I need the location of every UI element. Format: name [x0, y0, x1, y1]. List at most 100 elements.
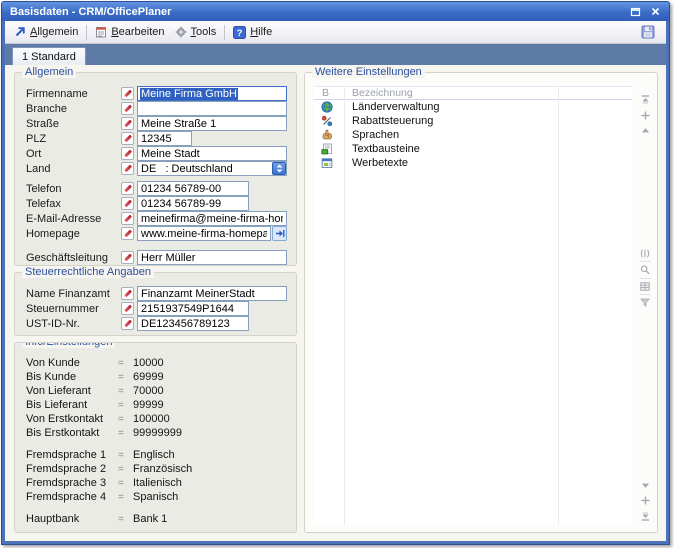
- settings-grid: B Bezeichnung Länderverwaltung Rabatt: [314, 86, 632, 525]
- toolbar-separator: [224, 25, 225, 40]
- edit-pen-button[interactable]: [121, 182, 134, 195]
- edit-pen-button[interactable]: [121, 162, 134, 175]
- equals-sign: =: [118, 414, 133, 425]
- scroll-page-up-button[interactable]: [640, 111, 651, 120]
- email-label: E-Mail-Adresse: [26, 213, 121, 225]
- field-row: Homepage: [26, 226, 287, 241]
- plz-input[interactable]: [137, 131, 192, 146]
- homepage-label: Homepage: [26, 228, 121, 240]
- best-fit-icon[interactable]: [639, 246, 651, 261]
- info-label: Von Lieferant: [26, 385, 118, 397]
- firmenname-input[interactable]: Meine Firma GmbH: [137, 86, 287, 101]
- grid-nav-strip: [637, 87, 653, 525]
- edit-pen-button[interactable]: [121, 147, 134, 160]
- ort-input[interactable]: [137, 146, 287, 161]
- edit-pen-button[interactable]: [121, 197, 134, 210]
- left-column: Allgemein Firmenname Meine Firma GmbH Br…: [14, 72, 297, 533]
- gear-icon: [175, 26, 187, 38]
- info-label: Fremdsprache 4: [26, 491, 118, 503]
- edit-pen-button[interactable]: [121, 317, 134, 330]
- tab-standard[interactable]: 1 Standard: [12, 47, 86, 65]
- edit-pen-button[interactable]: [121, 302, 134, 315]
- grid-row-textbausteine[interactable]: Textbausteine: [314, 142, 632, 156]
- grid-view-icon[interactable]: [639, 278, 651, 294]
- groupbox-info: Info/Einstellungen Von Kunde = 10000 Bis…: [14, 342, 297, 533]
- toolbar-item-bearbeiten[interactable]: Bearbeiten: [90, 24, 169, 40]
- combo-dropdown-button[interactable]: [272, 162, 286, 175]
- grid-column-divider: [558, 86, 559, 525]
- grid-row-label: Werbetexte: [344, 157, 408, 169]
- ustid-input[interactable]: [137, 316, 249, 331]
- scroll-down-button[interactable]: [640, 482, 651, 489]
- edit-pen-button[interactable]: [121, 117, 134, 130]
- info-row: Von Kunde = 10000: [26, 356, 287, 370]
- field-row: Ort: [26, 146, 287, 161]
- nav-cluster-top: [640, 95, 651, 134]
- close-button[interactable]: [647, 4, 664, 19]
- grid-row-label: Länderverwaltung: [344, 101, 439, 113]
- branche-label: Branche: [26, 103, 121, 115]
- field-row: Telefon: [26, 181, 287, 196]
- firmenname-label: Firmenname: [26, 88, 121, 100]
- toolbar-item-hilfe[interactable]: ? Hilfe: [228, 24, 277, 41]
- column-header-b[interactable]: B: [314, 87, 344, 99]
- steuernummer-input[interactable]: [137, 301, 249, 316]
- toolbar-item-allgemein[interactable]: Allgemein: [9, 24, 83, 40]
- column-header-bezeichnung[interactable]: Bezeichnung: [344, 87, 413, 99]
- info-row: Fremdsprache 3 = Italienisch: [26, 476, 287, 490]
- edit-pen-button[interactable]: [121, 251, 134, 264]
- edit-pen-button[interactable]: [121, 287, 134, 300]
- edit-pen-button[interactable]: [121, 102, 134, 115]
- geschaeftsleitung-input[interactable]: [137, 250, 287, 265]
- scroll-first-row-button[interactable]: [640, 95, 651, 104]
- scroll-up-button[interactable]: [640, 127, 651, 134]
- groupbox-steuer: Steuerrechtliche Angaben Name Finanzamt …: [14, 272, 297, 336]
- info-label: Fremdsprache 3: [26, 477, 118, 489]
- grid-header-row: B Bezeichnung: [314, 86, 632, 100]
- scroll-page-down-button[interactable]: [640, 496, 651, 505]
- info-value: 100000: [133, 413, 170, 425]
- grid-row-label: Textbausteine: [344, 143, 420, 155]
- equals-sign: =: [118, 514, 133, 525]
- ne-arrow-icon: [14, 26, 26, 38]
- telefax-input[interactable]: [137, 196, 249, 211]
- filter-icon[interactable]: [639, 294, 651, 310]
- homepage-input[interactable]: [137, 226, 271, 241]
- toolbar-item-tools[interactable]: Tools: [170, 24, 222, 40]
- edit-pen-button[interactable]: [121, 87, 134, 100]
- info-value: Spanisch: [133, 491, 178, 503]
- titlebar[interactable]: Basisdaten - CRM/OfficePlaner: [2, 2, 669, 21]
- grid-row-laenderverwaltung[interactable]: Länderverwaltung: [314, 100, 632, 114]
- edit-pen-button[interactable]: [121, 212, 134, 225]
- field-row: Geschäftsleitung: [26, 250, 287, 265]
- toolbar-label: Allgemein: [30, 26, 78, 38]
- edit-pen-button[interactable]: [121, 227, 134, 240]
- scroll-last-row-button[interactable]: [640, 512, 651, 521]
- equals-sign: =: [118, 464, 133, 475]
- branche-input[interactable]: [137, 101, 287, 116]
- restore-button[interactable]: [627, 4, 644, 19]
- land-combobox[interactable]: DE : Deutschland: [137, 161, 287, 176]
- finanzamt-input[interactable]: [137, 286, 287, 301]
- textblock-icon: [314, 143, 344, 155]
- grid-row-werbetexte[interactable]: Werbetexte: [314, 156, 632, 170]
- grid-row-sprachen[interactable]: Sprachen: [314, 128, 632, 142]
- adtext-icon: [314, 157, 344, 169]
- toolbar-label: Hilfe: [250, 26, 272, 38]
- plz-label: PLZ: [26, 133, 121, 145]
- field-row: PLZ: [26, 131, 287, 146]
- tab-strip: 1 Standard: [5, 44, 666, 65]
- search-icon[interactable]: [639, 261, 651, 278]
- ort-label: Ort: [26, 148, 121, 160]
- edit-pen-button[interactable]: [121, 132, 134, 145]
- grid-row-label: Rabattsteuerung: [344, 115, 433, 127]
- telefon-input[interactable]: [137, 181, 249, 196]
- open-homepage-button[interactable]: [272, 226, 287, 241]
- percent-icon: [314, 115, 344, 127]
- info-value: 10000: [133, 357, 164, 369]
- grid-row-rabattsteuerung[interactable]: Rabattsteuerung: [314, 114, 632, 128]
- info-row: Fremdsprache 4 = Spanisch: [26, 490, 287, 504]
- strasse-input[interactable]: [137, 116, 287, 131]
- email-input[interactable]: [137, 211, 287, 226]
- save-button[interactable]: [636, 23, 660, 41]
